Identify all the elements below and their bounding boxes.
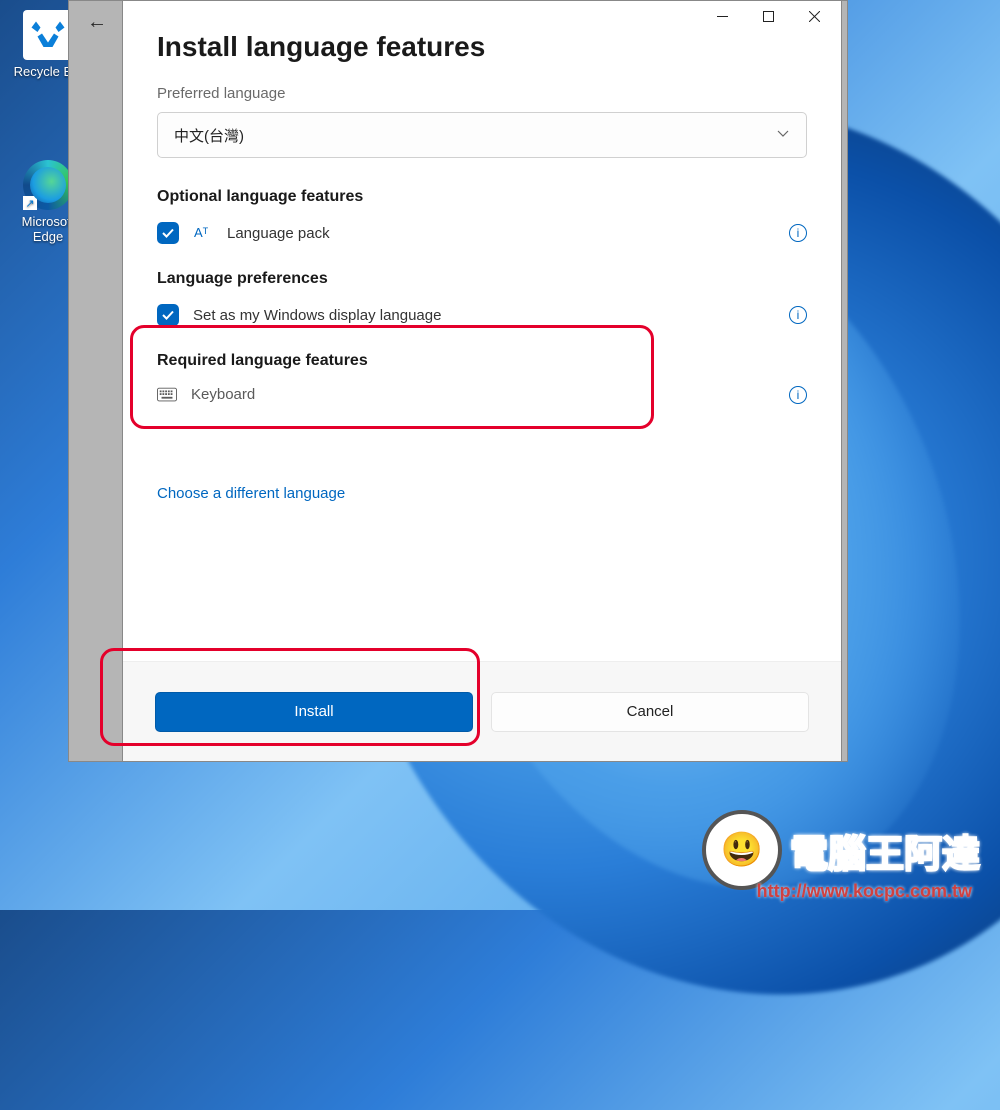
display-language-checkbox[interactable] xyxy=(157,304,179,326)
close-button[interactable] xyxy=(791,1,837,31)
info-icon[interactable]: i xyxy=(789,386,807,404)
info-icon[interactable]: i xyxy=(789,224,807,242)
cancel-button[interactable]: Cancel xyxy=(491,692,809,732)
language-dropdown[interactable]: 中文(台灣) xyxy=(157,112,807,158)
preferred-language-label: Preferred language xyxy=(157,85,807,102)
language-pack-label: Language pack xyxy=(227,225,330,242)
language-pack-checkbox[interactable] xyxy=(157,222,179,244)
display-language-row: Set as my Windows display language i xyxy=(157,304,807,326)
choose-different-link[interactable]: Choose a different language xyxy=(157,485,345,502)
language-pack-row: Aᵀ Language pack i xyxy=(157,222,807,244)
watermark: 😃 電腦王阿達 xyxy=(702,810,980,890)
optional-header: Optional language features xyxy=(157,188,807,206)
watermark-text: 電腦王阿達 xyxy=(790,823,980,878)
minimize-button[interactable] xyxy=(699,1,745,31)
prefs-header: Language preferences xyxy=(157,270,807,288)
annotation-highlight xyxy=(100,648,480,746)
chevron-down-icon xyxy=(776,126,790,144)
dialog-title: Install language features xyxy=(157,31,807,63)
svg-text:Aᵀ: Aᵀ xyxy=(194,225,209,240)
annotation-highlight xyxy=(130,325,654,429)
language-pack-icon: Aᵀ xyxy=(193,223,213,243)
maximize-button[interactable] xyxy=(745,1,791,31)
titlebar xyxy=(123,1,841,31)
display-language-label: Set as my Windows display language xyxy=(193,307,441,324)
selected-language: 中文(台灣) xyxy=(174,125,244,146)
info-icon[interactable]: i xyxy=(789,306,807,324)
watermark-mascot-icon: 😃 xyxy=(702,810,782,890)
watermark-url: http://www.kocpc.com.tw xyxy=(757,881,972,902)
